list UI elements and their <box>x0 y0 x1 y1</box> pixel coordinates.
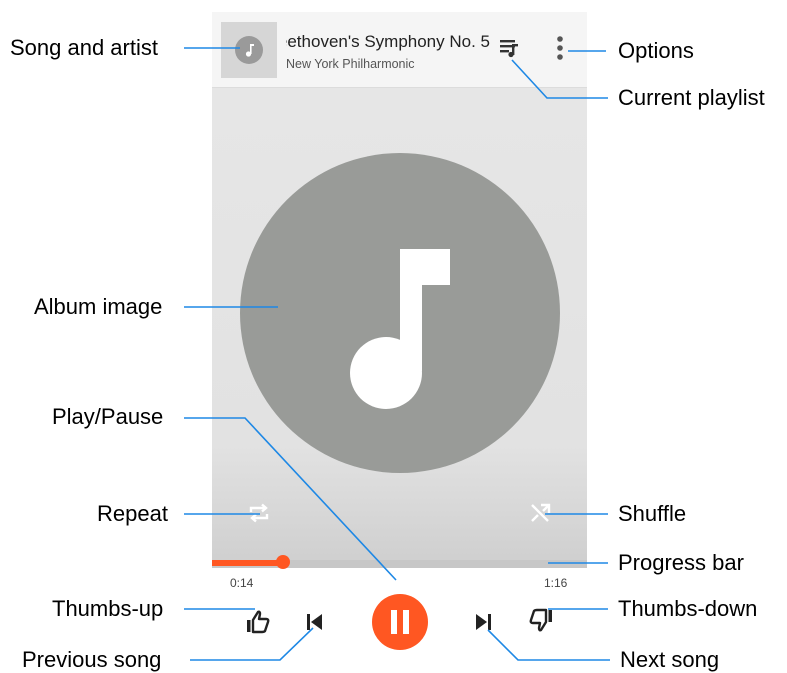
callout-repeat: Repeat <box>97 501 168 526</box>
callout-previous-song: Previous song <box>22 647 162 672</box>
callout-song-and-artist: Song and artist <box>10 35 158 60</box>
callout-thumbs-up: Thumbs-up <box>52 596 164 621</box>
callout-current-playlist: Current playlist <box>618 85 765 110</box>
callout-progress-bar: Progress bar <box>618 550 744 575</box>
callout-play-pause: Play/Pause <box>52 404 164 429</box>
callout-options: Options <box>618 38 694 63</box>
callout-next-song: Next song <box>620 647 720 672</box>
callout-shuffle: Shuffle <box>618 501 687 526</box>
callout-thumbs-down: Thumbs-down <box>618 596 758 621</box>
callout-album-image: Album image <box>34 294 163 319</box>
